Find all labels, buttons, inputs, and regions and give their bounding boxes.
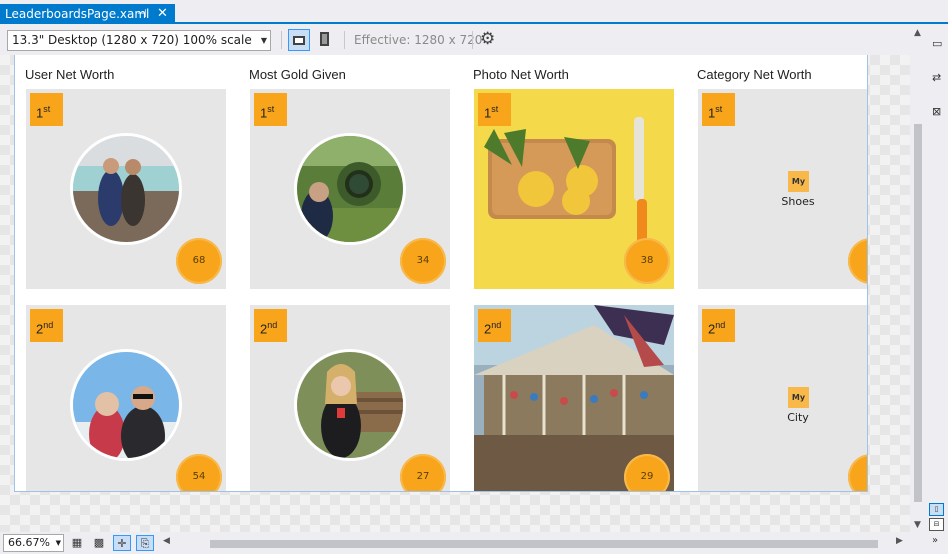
split-view-controls: ▯ ⊟ xyxy=(929,503,945,533)
leaderboard-tile[interactable]: 1st 38 xyxy=(474,89,674,289)
pin-icon[interactable]: ⊣ xyxy=(137,4,147,24)
score-badge: 29 xyxy=(624,454,670,491)
designer-toolbar: 13.3" Desktop (1280 x 720) 100% scale ▼ … xyxy=(0,25,948,55)
rank-suffix: nd xyxy=(43,320,54,330)
score-badge: 9 xyxy=(848,238,867,284)
rank-suffix: nd xyxy=(267,320,278,330)
rank-badge: 2nd xyxy=(702,309,735,342)
rank-badge: 2nd xyxy=(478,309,511,342)
leaderboards-page: User Net Worth Most Gold Given Photo Net… xyxy=(14,55,868,492)
design-view-button[interactable]: ▯ xyxy=(929,503,944,516)
device-select-value: 13.3" Desktop (1280 x 720) 100% scale xyxy=(12,33,252,47)
avatar xyxy=(70,133,182,245)
score-badge: 34 xyxy=(400,238,446,284)
score-badge: 27 xyxy=(400,454,446,491)
close-icon[interactable]: ✕ xyxy=(157,4,168,24)
rank-suffix: st xyxy=(43,104,51,114)
portrait-icon xyxy=(320,32,329,46)
rank-badge: 1st xyxy=(702,93,735,126)
toolbar-separator xyxy=(472,31,473,49)
swap-icon[interactable]: ⇄ xyxy=(932,71,941,84)
dropdown-arrow-icon[interactable]: ▼ xyxy=(56,535,61,551)
rank-suffix: st xyxy=(267,104,275,114)
scroll-left-icon[interactable]: ◀ xyxy=(163,536,170,546)
device-panel-icon[interactable]: ▭ xyxy=(932,37,942,50)
avatar xyxy=(294,133,406,245)
rank-badge: 1st xyxy=(30,93,63,126)
scroll-down-icon[interactable]: ▼ xyxy=(914,520,921,530)
column-header-most-gold-given: Most Gold Given xyxy=(249,67,346,82)
snap-grid-icon[interactable]: ▩ xyxy=(90,535,108,551)
score-badge: 9 xyxy=(848,454,867,491)
designer-statusbar: 66.67% ▼ ▦ ▩ ✛ ⎘ ◀ ▶ » xyxy=(0,532,948,554)
vertical-scroll-thumb[interactable] xyxy=(914,124,922,502)
scroll-up-icon[interactable]: ▲ xyxy=(914,28,921,38)
category-icon: My xyxy=(788,171,809,192)
tab-leaderboards-page[interactable]: LeaderboardsPage.xaml ⊣ ✕ xyxy=(0,4,175,24)
expand-panel-icon[interactable]: » xyxy=(932,535,938,546)
gear-icon[interactable]: ⚙ xyxy=(480,29,495,49)
horizontal-scrollbar[interactable]: ◀ ▶ xyxy=(160,534,908,552)
designer-window: LeaderboardsPage.xaml ⊣ ✕ 13.3" Desktop … xyxy=(0,0,948,554)
score-badge: 54 xyxy=(176,454,222,491)
leaderboard-tile[interactable]: 1st My Shoes 9 xyxy=(698,89,867,289)
user-photo-lake xyxy=(73,136,179,242)
leaderboard-tile[interactable]: 1st 68 xyxy=(26,89,226,289)
rank-suffix: nd xyxy=(491,320,502,330)
category-name: City xyxy=(787,411,809,424)
horizontal-scroll-thumb[interactable] xyxy=(210,540,878,548)
grid-icon[interactable]: ▦ xyxy=(68,535,86,551)
portrait-button[interactable] xyxy=(314,29,336,51)
document-tabstrip: LeaderboardsPage.xaml ⊣ ✕ xyxy=(0,0,948,24)
score-badge: 38 xyxy=(624,238,670,284)
leaderboard-tile[interactable]: 2nd 29 xyxy=(474,305,674,491)
user-photo-family xyxy=(73,352,179,458)
rank-suffix: st xyxy=(715,104,723,114)
landscape-button[interactable] xyxy=(288,29,310,51)
rank-suffix: nd xyxy=(715,320,726,330)
snap-lines-icon[interactable]: ✛ xyxy=(113,535,131,551)
toolbar-separator xyxy=(344,31,345,49)
avatar xyxy=(70,349,182,461)
landscape-icon xyxy=(293,36,305,45)
scroll-right-icon[interactable]: ▶ xyxy=(896,536,903,546)
artboard-icon[interactable]: ⎘ xyxy=(136,535,154,551)
score-badge: 68 xyxy=(176,238,222,284)
user-photo-bench xyxy=(297,352,403,458)
rank-suffix: st xyxy=(491,104,499,114)
rank-badge: 2nd xyxy=(30,309,63,342)
device-preview-select[interactable]: 13.3" Desktop (1280 x 720) 100% scale ▼ xyxy=(7,30,271,51)
zoom-value: 66.67% xyxy=(8,536,50,549)
category-icon: My xyxy=(788,387,809,408)
vertical-scrollbar[interactable]: ▲ ▼ xyxy=(910,25,928,530)
column-header-photo-net-worth: Photo Net Worth xyxy=(473,67,569,82)
category-name: Shoes xyxy=(781,195,815,208)
collapse-panel-icon[interactable]: ⊠ xyxy=(932,105,941,118)
avatar xyxy=(294,349,406,461)
toolbar-separator xyxy=(281,31,282,49)
zoom-select[interactable]: 66.67% ▼ xyxy=(3,534,64,552)
rank-badge: 1st xyxy=(254,93,287,126)
leaderboard-tile[interactable]: 1st 34 xyxy=(250,89,450,289)
tab-title: LeaderboardsPage.xaml xyxy=(5,7,150,21)
dropdown-arrow-icon[interactable]: ▼ xyxy=(261,31,267,50)
split-horizontal-button[interactable]: ⊟ xyxy=(929,518,944,531)
leaderboard-tile[interactable]: 2nd 54 xyxy=(26,305,226,491)
effective-resolution: Effective: 1280 x 720 xyxy=(354,33,483,47)
leaderboard-tile[interactable]: 2nd 27 xyxy=(250,305,450,491)
column-header-category-net-worth: Category Net Worth xyxy=(697,67,812,82)
leaderboard-tile[interactable]: 2nd My City 9 xyxy=(698,305,867,491)
rank-badge: 1st xyxy=(478,93,511,126)
column-header-user-net-worth: User Net Worth xyxy=(25,67,115,82)
design-surface: User Net Worth Most Gold Given Photo Net… xyxy=(0,55,910,532)
user-photo-hobbit-hole xyxy=(297,136,403,242)
rank-badge: 2nd xyxy=(254,309,287,342)
